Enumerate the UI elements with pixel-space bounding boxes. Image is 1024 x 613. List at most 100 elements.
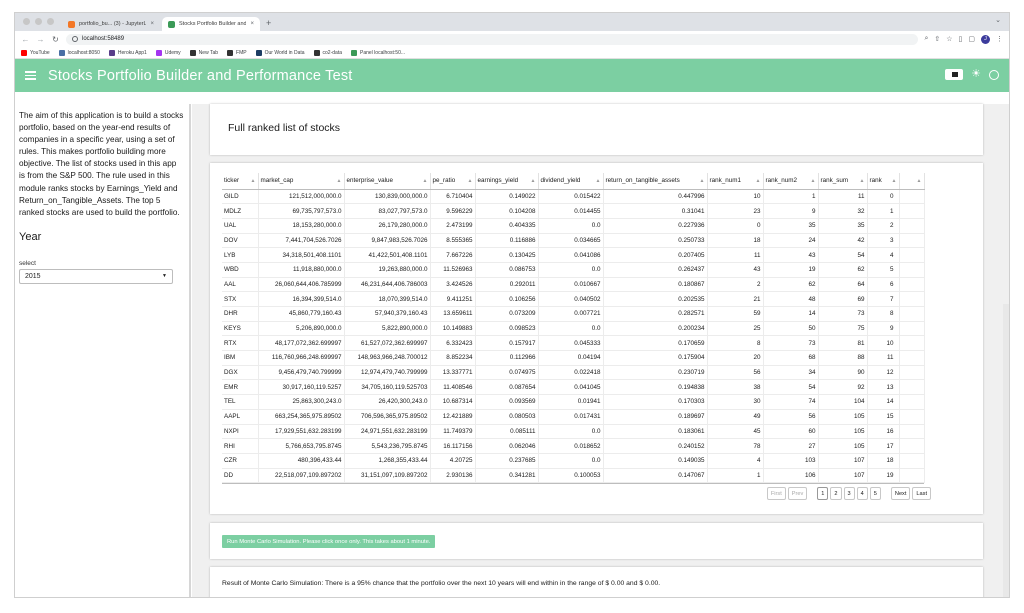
column-header[interactable]: rank_num2 ▲ [763,173,819,190]
bookmark-item[interactable]: localhost:8050 [58,49,100,56]
last-page-button[interactable]: Last [912,487,931,500]
page-button[interactable]: 1 [817,487,829,500]
table-row[interactable]: RHI 5,766,653,795.8745 5,543,236,795.8745 1… [222,438,925,454]
table-cell: 31,151,097,109.897202 [344,468,431,484]
table-row[interactable]: GILD 121,512,000,000.0 130,839,000,000.0 6.… [222,189,925,205]
bookmark-item[interactable]: Heroku App1 [108,49,147,56]
table-row[interactable]: WBD 11,918,880,000.0 19,263,880,000.0 11.52… [222,262,925,278]
table-row[interactable]: NXPI 17,929,551,632.283199 24,971,551,632.… [222,424,925,440]
browser-tab[interactable]: portfolio_bu... (3) - JupyterLab × [62,17,160,31]
page-button[interactable]: 2 [830,487,842,500]
bookmark-item[interactable]: YouTube [21,49,50,56]
tab-search-icon[interactable]: ⌄ [995,16,1001,24]
table-row[interactable]: DOV 7,441,704,526.7026 9,847,983,526.7026 8… [222,233,925,249]
bookmark-item[interactable]: Our World in Data [255,49,305,56]
bookmark-item[interactable]: Udemy [155,49,181,56]
sort-icon[interactable]: ▲ [531,178,536,184]
zoom-icon[interactable]: ⌕ [924,35,928,43]
bookmark-star-icon[interactable]: ☆ [946,35,952,43]
year-select[interactable]: 2015 ▼ [19,268,173,284]
bookmark-favicon-icon [108,49,115,56]
table-cell: 38 [707,379,764,396]
sidebar-toggle-icon[interactable]: ▯ [959,35,963,43]
url-field[interactable]: localhost:58489 [66,33,919,45]
sort-icon[interactable]: ▲ [700,178,705,184]
page-button[interactable]: 3 [843,487,855,500]
column-header[interactable]: return_on_tangible_assets ▲ [603,173,708,190]
table-row[interactable]: CZR 480,396,433.44 1,268,355,433.44 4.20725… [222,453,925,469]
share-icon[interactable]: ⇧ [934,35,940,43]
close-tab-icon[interactable]: × [150,21,154,27]
sort-icon[interactable]: ▲ [468,178,473,184]
table-row[interactable]: STX 16,394,399,514.0 18,070,399,514.0 9.411… [222,291,925,307]
bookmark-item[interactable]: New Tab [189,49,218,56]
table-row[interactable]: KEYS 5,206,890,000.0 5,822,890,000.0 10.149… [222,321,925,337]
next-page-button[interactable]: Next [890,487,911,500]
site-info-icon[interactable] [72,36,78,42]
column-header[interactable]: market_cap ▲ [258,173,345,190]
page-button[interactable]: 5 [869,487,881,500]
table-row[interactable]: DD 22,518,097,109.897202 31,151,097,109.89… [222,468,925,484]
sort-icon[interactable]: ▲ [596,178,601,184]
table-row[interactable]: TEL 25,863,300,243.0 26,420,300,243.0 10.68… [222,394,925,410]
sun-icon[interactable]: ☀ [971,69,981,80]
table-row[interactable]: LYB 34,318,501,408.1101 41,422,501,408.110… [222,247,925,263]
sort-icon[interactable]: ▲ [337,178,342,184]
bookmark-item[interactable]: co2-data [313,49,342,56]
run-simulation-button[interactable]: Run Monte Carlo Simulation. Please click… [222,535,436,548]
table-row[interactable]: UAL 18,153,280,000.0 26,179,280,000.0 2.473… [222,218,925,234]
column-header[interactable]: rank_num1 ▲ [707,173,764,190]
first-page-button[interactable]: First [766,487,786,500]
sort-icon[interactable]: ▲ [917,178,922,184]
table-cell: 73 [763,335,819,352]
browser-tab[interactable]: Stocks Portfolio Builder and Pe× [162,17,260,31]
profile-avatar[interactable]: J [981,34,990,44]
page-button[interactable]: 4 [856,487,868,500]
table-row[interactable]: MDLZ 69,735,797,573.0 83,027,797,573.0 9.59… [222,203,925,219]
sidebar-divider[interactable] [189,104,191,597]
sort-icon[interactable]: ▲ [756,178,761,184]
hamburger-menu-icon[interactable] [25,71,36,80]
extensions-icon[interactable]: ▢ [968,35,975,43]
sort-icon[interactable]: ▲ [811,178,816,184]
sort-icon[interactable]: ▲ [423,178,428,184]
table-cell: 42 [818,233,868,249]
table-cell: 27 [763,438,819,454]
sort-icon[interactable]: ▲ [892,178,897,184]
column-header[interactable]: pe_ratio ▲ [430,173,476,190]
table-row[interactable]: AAL 26,060,644,406.785999 46,231,644,406.7… [222,277,925,293]
column-header[interactable]: earnings_yield ▲ [475,173,539,190]
zoom-window-dot[interactable] [47,18,54,25]
prev-page-button[interactable]: Prev [787,487,808,500]
column-header[interactable]: rank_sum ▲ [818,173,868,190]
table-row[interactable]: RTX 48,177,072,362.699997 61,527,072,362.6… [222,335,925,352]
table-cell: 54 [763,379,819,396]
column-header[interactable]: ticker ▲ [222,173,259,190]
table-row[interactable]: DHR 45,860,779,160.43 57,940,379,160.43 13.… [222,306,925,322]
new-tab-button[interactable]: + [262,18,275,31]
table-row[interactable]: AAPL 663,254,365,975.89502 706,596,365,975… [222,409,925,425]
table-row[interactable]: EMR 30,917,160,119.5257 34,705,160,119.525… [222,379,925,396]
close-window-dot[interactable] [23,18,30,25]
column-header[interactable]: rank ▲ [867,173,900,190]
main-scrollbar[interactable] [1003,304,1009,597]
column-header[interactable]: ▲ [899,173,925,190]
bookmark-item[interactable]: FMP [227,49,247,56]
table-row[interactable]: IBM 116,760,966,248.699997 148,963,966,248… [222,350,925,366]
reload-icon[interactable]: ↻ [51,35,60,44]
table-cell: 0.015422 [538,189,604,205]
bookmark-item[interactable]: Panel localhost:50... [351,49,405,56]
table-cell: 0.04194 [538,350,604,366]
column-header[interactable]: dividend_yield ▲ [538,173,604,190]
sort-icon[interactable]: ▲ [860,178,865,184]
sort-icon[interactable]: ▲ [251,178,256,184]
browser-menu-icon[interactable]: ⋮ [996,35,1003,43]
table-row[interactable]: DGX 9,456,479,740.799999 12,974,479,740.79… [222,365,925,381]
minimize-window-dot[interactable] [35,18,42,25]
theme-toggle-icon[interactable] [945,69,964,80]
back-icon[interactable]: ← [21,35,30,44]
table-cell: 73 [818,306,868,322]
close-tab-icon[interactable]: × [250,21,254,27]
forward-icon[interactable]: → [36,35,45,44]
column-header[interactable]: enterprise_value ▲ [344,173,431,190]
